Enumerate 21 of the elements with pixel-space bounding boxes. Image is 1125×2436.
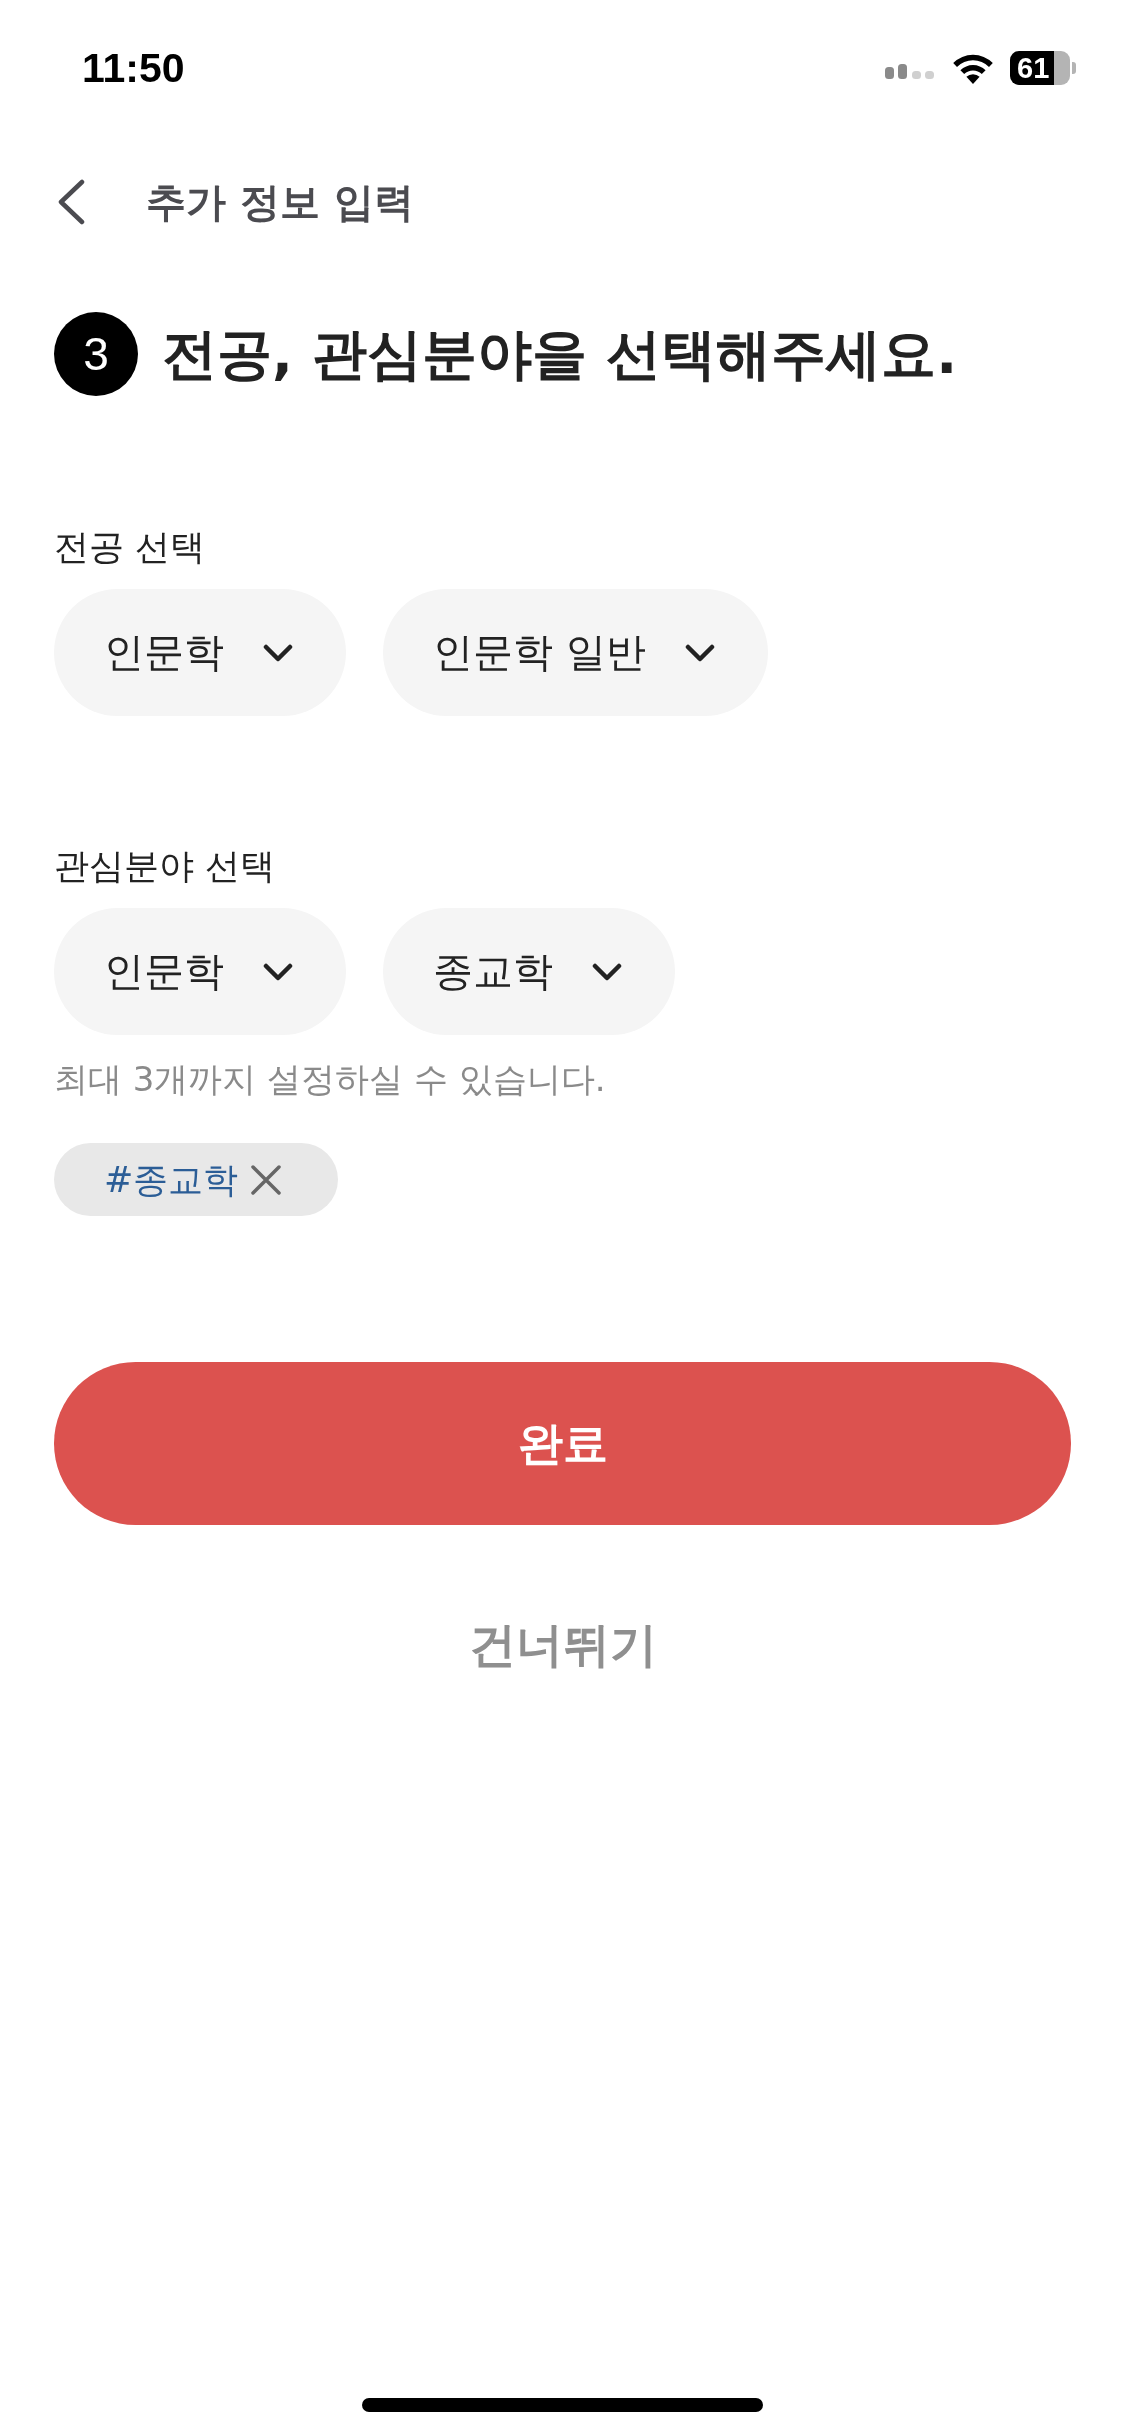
select-dropdown[interactable]: 인문학 일반 xyxy=(383,589,768,716)
select-dropdown[interactable]: 인문학 xyxy=(54,908,346,1035)
step-number: 3 xyxy=(54,312,138,396)
chevron-down-icon xyxy=(684,643,715,662)
wifi-icon xyxy=(951,52,995,84)
close-icon[interactable] xyxy=(250,1163,283,1196)
select-dropdown[interactable]: 종교학 xyxy=(383,908,675,1035)
chevron-down-icon xyxy=(592,962,622,981)
section-label: 전공 선택 xyxy=(54,526,206,569)
step-title: 전공, 관심분야을 선택해주세요. xyxy=(162,321,958,388)
select-dropdown[interactable]: 인문학 xyxy=(54,589,346,716)
hint-text: 최대 3개까지 설정하실 수 있습니다. xyxy=(54,1058,606,1101)
chevron-down-icon xyxy=(263,643,293,662)
tag-label: #종교학 xyxy=(104,1158,239,1202)
back-icon[interactable] xyxy=(56,179,86,225)
signal-icon xyxy=(885,61,936,79)
header-title: 추가 정보 입력 xyxy=(146,178,414,227)
status-time: 11:50 xyxy=(82,44,185,92)
chevron-down-icon xyxy=(263,962,293,981)
section-label: 관심분야 선택 xyxy=(54,845,276,888)
complete-button[interactable]: 완료 xyxy=(54,1362,1071,1525)
